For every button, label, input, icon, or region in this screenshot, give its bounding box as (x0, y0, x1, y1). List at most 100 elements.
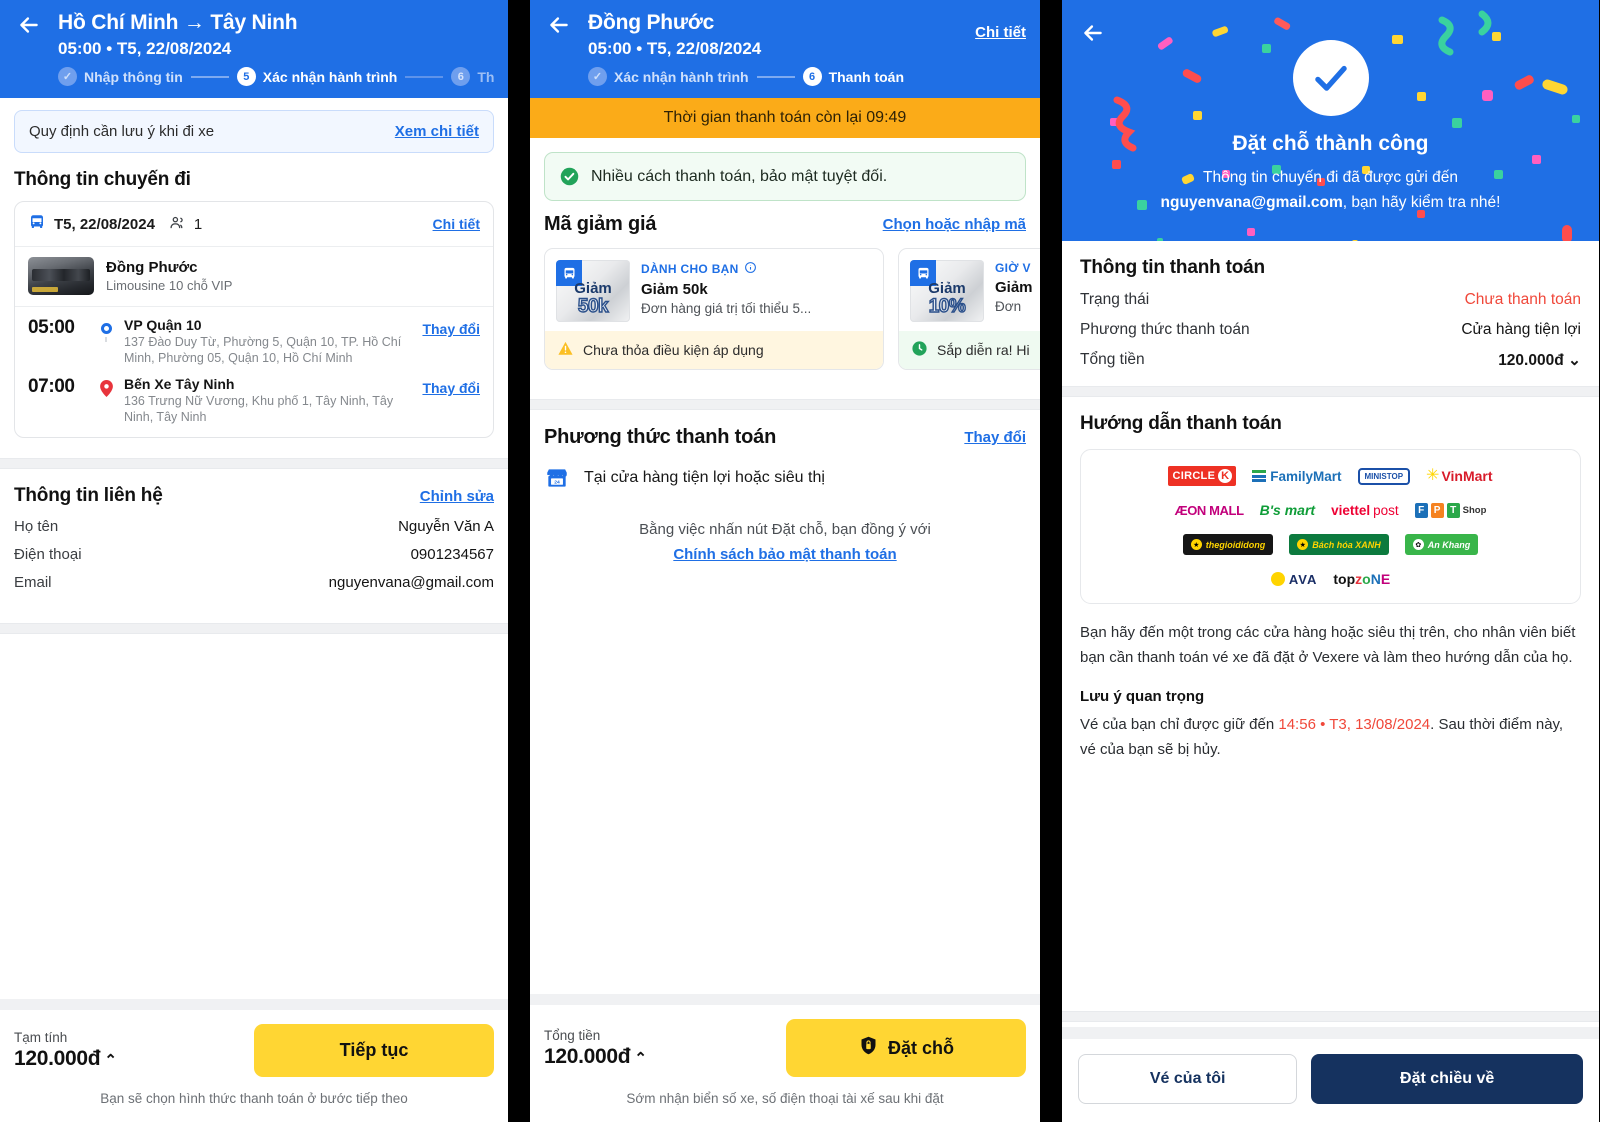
payment-method-selected-row[interactable]: 24 Tại cửa hàng tiện lợi hoặc siêu thị (544, 465, 1026, 491)
total-value: 120.000đ (1498, 352, 1564, 369)
panel-payment: Đồng Phước 05:00 • T5, 22/08/2024 Chi ti… (530, 0, 1040, 1122)
choose-voucher-link[interactable]: Chọn hoặc nhập mã (883, 216, 1026, 233)
back-arrow-icon[interactable] (1078, 18, 1108, 48)
subtotal-note: Bạn sẽ chọn hình thức thanh toán ở bước … (100, 1091, 408, 1106)
panel2-bottom-bar: Tổng tiền 120.000đ ⌃ Đặt chỗ Sớm nhận biể… (530, 994, 1040, 1122)
panel1-bottom-bar: Tạm tính 120.000đ ⌃ Tiếp tục Bạn sẽ chọn … (0, 999, 508, 1122)
step-xac-nhan-hanh-trinh[interactable]: 5 Xác nhận hành trình (236, 67, 398, 86)
contact-label: Điện thoại (14, 546, 82, 563)
voucher-card[interactable]: Giảm 10% GIỜ V Giảm Đơn Sắp diễn ra! Hi (898, 248, 1040, 370)
rules-notice-box[interactable]: Quy định cần lưu ý khi đi xe Xem chi tiế… (14, 110, 494, 153)
fptshop-logo: F P T Shop (1414, 502, 1486, 518)
voucher-scrollbar[interactable] (530, 378, 900, 385)
subtotal-amount: 120.000đ ⌃ (14, 1047, 117, 1071)
continue-button[interactable]: Tiếp tục (254, 1024, 494, 1077)
shield-icon (858, 1035, 879, 1061)
trip-info-section: Thông tin chuyến đi (0, 153, 508, 191)
logo-row-1: CIRCLE K FamilyMart MINI STOP ✳ VinMart (1091, 466, 1570, 486)
voucher-tag: GIỜ V (995, 261, 1040, 275)
trip-info-title: Thông tin chuyến đi (14, 169, 191, 190)
step-thanh-toan[interactable]: 6 Thanh toán (451, 67, 494, 86)
back-arrow-icon[interactable] (544, 10, 574, 40)
contact-value: nguyenvana@gmail.com (328, 574, 494, 591)
panel3-bottom-bar: Vé của tôi Đặt chiều về (1062, 1027, 1599, 1122)
logo-row-4: AVA top z o N E (1091, 571, 1570, 587)
security-banner-text: Nhiều cách thanh toán, bảo mật tuyệt đối… (591, 167, 888, 185)
operator-row: Đồng Phước Limousine 10 chỗ VIP (15, 247, 493, 306)
logo-row-3: ★ thegioididong ★ Bách hóa XANH ✿ An Khang (1091, 534, 1570, 555)
aeonmall-logo: ÆON MALL (1174, 502, 1244, 518)
header-detail-link[interactable]: Chi tiết (975, 10, 1026, 41)
step-nhap-thong-tin[interactable]: ✓ Nhập thông tin (58, 67, 183, 86)
operator-vehicle-type: Limousine 10 chỗ VIP (106, 278, 233, 293)
step-2-label: Xác nhận hành trình (262, 68, 398, 85)
back-arrow-icon[interactable] (14, 10, 44, 40)
section-divider-band (1062, 1011, 1599, 1022)
payment-countdown-banner: Thời gian thanh toán còn lại 09:49 (530, 98, 1040, 138)
chevron-up-icon[interactable]: ⌃ (634, 1050, 647, 1067)
bus-icon (28, 213, 46, 235)
contact-title: Thông tin liên hệ (14, 485, 163, 506)
operator-thumbnail (28, 257, 94, 295)
voucher-image: Giảm 50k (556, 260, 630, 322)
rules-notice-text: Quy định cần lưu ý khi đi xe (29, 123, 215, 140)
step-1-label: Nhập thông tin (84, 68, 183, 85)
change-payment-method-link[interactable]: Thay đổi (964, 429, 1026, 446)
change-pickup-link[interactable]: Thay đổi (422, 317, 480, 337)
step-1-badge: ✓ (58, 67, 77, 86)
panel-trip-confirmation: Hồ Chí Minh → Tây Ninh 05:00 • T5, 22/08… (0, 0, 508, 1122)
trip-card-header: T5, 22/08/2024 1 Chi tiết (15, 202, 493, 246)
pickup-address: 137 Đào Duy Từ, Phường 5, Quận 10, TP. H… (124, 335, 402, 365)
panel-gap (1040, 0, 1062, 1122)
vouchers-section: Mã giảm giá Chọn hoặc nhập mã Giảm 50k D… (530, 213, 1040, 385)
payment-method-value: Tại cửa hàng tiện lợi hoặc siêu thị (584, 469, 825, 486)
success-line1: Thông tin chuyến đi đã được gửi đến (1203, 169, 1458, 186)
contact-value: 0901234567 (410, 546, 494, 563)
my-tickets-button[interactable]: Vé của tôi (1078, 1054, 1298, 1104)
view-details-link[interactable]: Xem chi tiết (395, 123, 479, 140)
trip-datetime: 05:00 • T5, 22/08/2024 (58, 39, 232, 58)
trip-detail-link[interactable]: Chi tiết (433, 216, 480, 232)
step-thanh-toan[interactable]: 6 Thanh toán (802, 67, 904, 86)
step-2-badge: 5 (236, 67, 256, 86)
viettelpost-logo: viettel post (1331, 502, 1399, 518)
total-label: Tổng tiền (544, 1027, 601, 1043)
privacy-policy-link[interactable]: Chính sách bảo mật thanh toán (544, 542, 1026, 567)
leg-pickup: 05:00 VP Quận 10 137 Đào Duy Từ, Phường … (28, 317, 480, 366)
voucher-footer-text: Chưa thỏa điều kiện áp dụng (583, 342, 764, 358)
change-dropoff-link[interactable]: Thay đổi (422, 376, 480, 396)
check-circle-icon (1292, 40, 1369, 116)
chevron-down-icon[interactable]: ⌄ (1568, 352, 1581, 369)
edit-contact-link[interactable]: Chỉnh sửa (420, 488, 494, 505)
voucher-image: Giảm 10% (910, 260, 984, 322)
important-note-title: Lưu ý quan trọng (1080, 688, 1205, 705)
info-icon[interactable] (744, 261, 757, 277)
voucher-name: Giảm (995, 279, 1033, 296)
step-xac-nhan-hanh-trinh[interactable]: ✓ Xác nhận hành trình (588, 67, 749, 86)
contact-row-phone: Điện thoại 0901234567 (14, 546, 494, 563)
book-return-button[interactable]: Đặt chiều về (1311, 1054, 1583, 1104)
contact-row-name: Họ tên Nguyễn Văn A (14, 518, 494, 535)
voucher-card[interactable]: Giảm 50k DÀNH CHO BẠN Giảm 50k Đơn hàng … (544, 248, 884, 370)
ava-logo: AVA (1270, 572, 1318, 587)
circlek-logo: CIRCLE K (1168, 466, 1237, 486)
important-note-text: Vé của bạn chỉ được giữ đến 14:56 • T3, … (1080, 712, 1581, 762)
payment-info-label: Tổng tiền (1080, 351, 1145, 368)
total-amount: 120.000đ ⌃ (544, 1045, 647, 1069)
passenger-count: 1 (193, 215, 203, 233)
panel-booking-success: Đặt chỗ thành công Thông tin chuyến đi đ… (1062, 0, 1599, 1122)
pickup-name: VP Quận 10 (124, 317, 202, 333)
subtotal-block[interactable]: Tạm tính 120.000đ ⌃ (14, 1030, 117, 1071)
total-amount: 120.000đ ⌄ (1498, 351, 1581, 370)
total-block[interactable]: Tổng tiền 120.000đ ⌃ (544, 1028, 647, 1069)
payment-guide-paragraph: Bạn hãy đến một trong các cửa hàng hoặc … (1080, 624, 1576, 666)
step-1-badge: ✓ (588, 67, 607, 86)
voucher-carousel[interactable]: Giảm 50k DÀNH CHO BẠN Giảm 50k Đơn hàng … (530, 236, 1040, 370)
book-seat-button[interactable]: Đặt chỗ (786, 1019, 1026, 1077)
payment-info-row-total[interactable]: Tổng tiền 120.000đ ⌄ (1080, 351, 1581, 370)
chevron-up-icon[interactable]: ⌃ (104, 1052, 117, 1069)
step-divider (405, 75, 444, 78)
voucher-footer-text: Sắp diễn ra! Hi (937, 342, 1030, 358)
payment-info-row-method: Phương thức thanh toán Cửa hàng tiện lợi (1080, 321, 1581, 339)
voucher-image-line1: Giảm (928, 280, 966, 297)
